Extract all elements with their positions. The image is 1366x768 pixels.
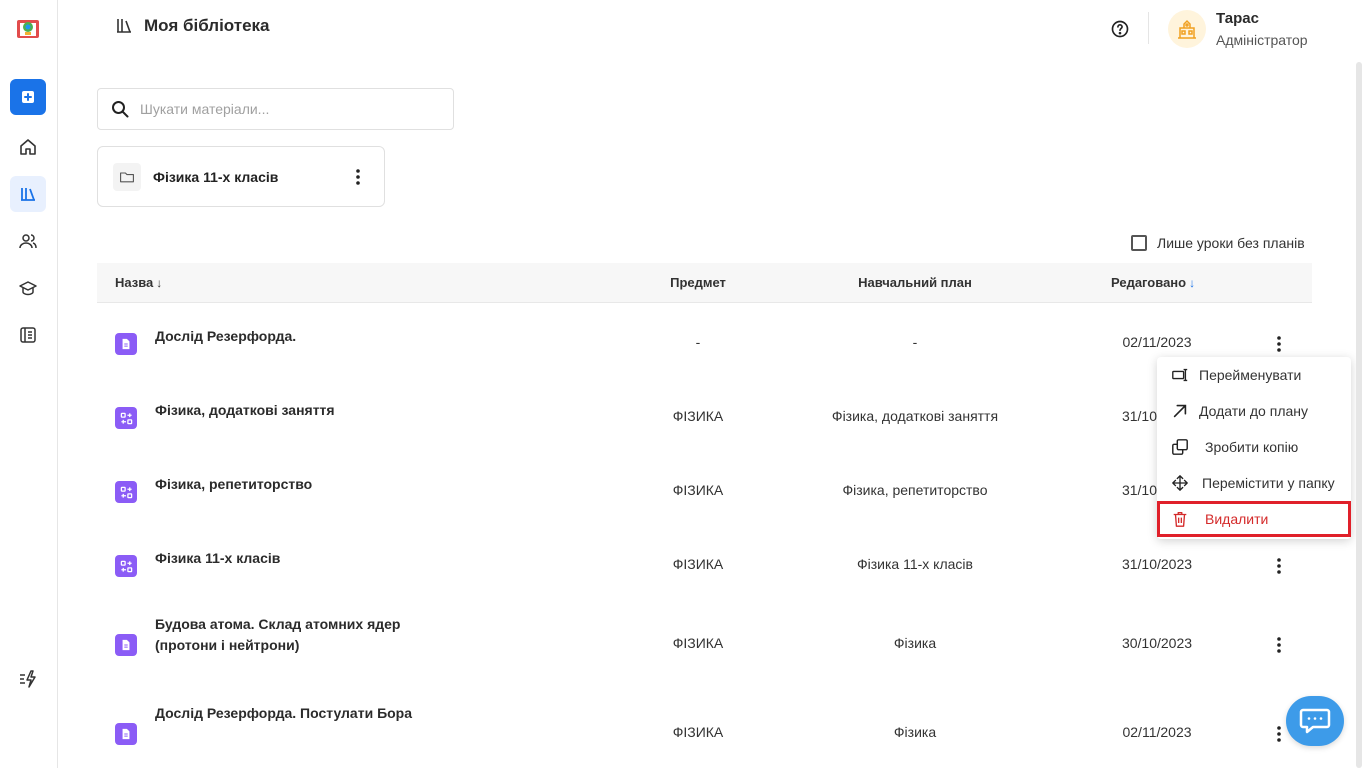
more-vertical-icon — [1277, 336, 1281, 352]
trash-icon — [1173, 512, 1187, 527]
course-icon — [115, 481, 137, 503]
sidebar-item-journal[interactable] — [10, 317, 46, 353]
row-subject: ФІЗИКА — [672, 556, 724, 572]
more-vertical-icon — [1277, 726, 1281, 742]
table-row[interactable]: Фізика 11-х класів ФІЗИКА Фізика 11-х клас… — [97, 545, 1312, 585]
context-menu: Перейменувати Додати до плану Зробити ко… — [1157, 357, 1351, 539]
page-title: Моя бібліотека — [144, 16, 270, 35]
app-logo-icon[interactable] — [14, 14, 42, 42]
sidebar-add-button[interactable] — [10, 79, 46, 115]
question-circle-icon — [1111, 20, 1129, 38]
column-name-header[interactable]: Назва ↓ — [115, 275, 162, 290]
library-icon — [117, 19, 131, 33]
more-vertical-icon — [1277, 637, 1281, 653]
folder-name: Фізика 11-х класів — [153, 168, 279, 185]
row-subject: ФІЗИКА — [672, 724, 724, 740]
menu-item-rename[interactable]: Перейменувати — [1157, 357, 1351, 393]
row-subject: ФІЗИКА — [672, 482, 724, 498]
table-row[interactable]: Будова атома. Склад атомних ядер (протон… — [97, 614, 1312, 670]
checkbox-label: Лише уроки без планів — [1157, 235, 1305, 251]
help-button[interactable] — [1108, 17, 1132, 41]
row-more-button[interactable] — [1269, 634, 1289, 656]
header-divider — [1148, 12, 1149, 44]
row-title[interactable]: Будова атома. Склад атомних ядер (протон… — [155, 614, 435, 656]
column-subject-header: Предмет — [670, 275, 726, 290]
more-vertical-icon — [1277, 558, 1281, 574]
folder-more-button[interactable] — [348, 165, 368, 189]
users-icon — [19, 234, 37, 249]
row-title[interactable]: Фізика, додаткові заняття — [155, 400, 435, 421]
chat-bubble-icon — [1299, 708, 1331, 734]
folder-card[interactable]: Фізика 11-х класів — [97, 146, 385, 207]
only-lessons-without-plans-checkbox[interactable]: Лише уроки без планів — [1131, 235, 1305, 251]
menu-item-add-to-plan[interactable]: Додати до плану — [1157, 393, 1351, 429]
row-plan: Фізика 11-х класів — [857, 556, 973, 572]
row-title[interactable]: Дослід Резерфорда. — [155, 326, 435, 347]
user-role: Адміністратор — [1216, 32, 1308, 48]
arrow-up-right-icon — [1173, 404, 1187, 418]
row-edited-date: 30/10/2023 — [1121, 635, 1193, 651]
row-more-button[interactable] — [1269, 333, 1289, 355]
sort-arrow-icon: ↓ — [156, 276, 163, 290]
sidebar-item-users[interactable] — [10, 223, 46, 259]
more-vertical-icon — [356, 169, 360, 185]
home-icon — [20, 139, 36, 155]
table-header: Назва ↓ Предмет Навчальний план Редагован… — [97, 263, 1312, 303]
sidebar-item-home[interactable] — [10, 129, 46, 165]
sidebar — [0, 0, 58, 768]
column-edited-header[interactable]: Редаговано ↓ — [1111, 275, 1195, 290]
row-edited-date: 31/10/2023 — [1121, 556, 1193, 572]
menu-item-copy[interactable]: Зробити копію — [1157, 429, 1351, 465]
chat-button[interactable] — [1286, 696, 1344, 746]
table-row[interactable]: Фізика, додаткові заняття ФІЗИКА Фізика, д… — [97, 397, 1312, 437]
sidebar-item-courses[interactable] — [10, 270, 46, 306]
row-edited-date: 02/11/2023 — [1122, 724, 1192, 740]
row-subject: - — [695, 334, 701, 350]
row-title[interactable]: Фізика 11-х класів — [155, 548, 435, 569]
sidebar-item-library[interactable] — [10, 176, 46, 212]
copy-icon — [1172, 439, 1188, 455]
folder-icon — [113, 162, 141, 191]
search-box[interactable] — [97, 88, 454, 130]
course-icon — [115, 407, 137, 429]
rename-icon — [1172, 368, 1188, 382]
row-edited-date: 02/11/2023 — [1122, 334, 1192, 350]
checkbox-box[interactable] — [1131, 235, 1147, 251]
graduation-cap-icon — [19, 281, 37, 296]
sidebar-item-quick-actions[interactable] — [10, 661, 46, 697]
document-icon — [115, 333, 137, 355]
book-icon — [20, 327, 36, 343]
quick-actions-icon — [20, 670, 36, 688]
row-plan: - — [912, 334, 918, 350]
course-icon — [115, 555, 137, 577]
table-row[interactable]: Дослід Резерфорда. Постулати Бора ФІЗИКА Ф… — [97, 703, 1312, 759]
row-subject: ФІЗИКА — [672, 408, 724, 424]
row-title[interactable]: Дослід Резерфорда. Постулати Бора — [155, 703, 435, 724]
row-title[interactable]: Фізика, репетиторство — [155, 474, 435, 495]
search-input[interactable] — [140, 101, 430, 117]
page-header: Моя бібліотека — [114, 16, 270, 36]
user-name: Тарас — [1216, 10, 1259, 27]
document-icon — [115, 723, 137, 745]
menu-item-delete[interactable]: Видалити — [1157, 501, 1351, 537]
row-subject: ФІЗИКА — [672, 635, 724, 651]
move-icon — [1172, 475, 1188, 491]
table-row[interactable]: Фізика, репетиторство ФІЗИКА Фізика, репет… — [97, 471, 1312, 511]
document-icon — [115, 634, 137, 656]
school-building-icon — [1178, 19, 1196, 39]
plus-square-icon — [22, 91, 34, 103]
table-row[interactable]: Дослід Резерфорда. - - 02/11/2023 — [97, 323, 1312, 363]
library-icon — [21, 188, 35, 201]
row-plan: Фізика, додаткові заняття — [831, 408, 999, 424]
column-plan-header: Навчальний план — [858, 275, 972, 290]
row-plan: Фізика, репетиторство — [842, 482, 988, 498]
vertical-scrollbar[interactable] — [1356, 62, 1362, 768]
menu-item-move-to-folder[interactable]: Перемістити у папку — [1157, 465, 1351, 501]
sort-arrow-icon: ↓ — [1189, 276, 1196, 290]
row-plan: Фізика — [893, 724, 937, 740]
row-plan: Фізика — [893, 635, 937, 651]
search-icon — [112, 101, 129, 118]
avatar[interactable] — [1168, 10, 1206, 48]
row-more-button[interactable] — [1269, 555, 1289, 577]
